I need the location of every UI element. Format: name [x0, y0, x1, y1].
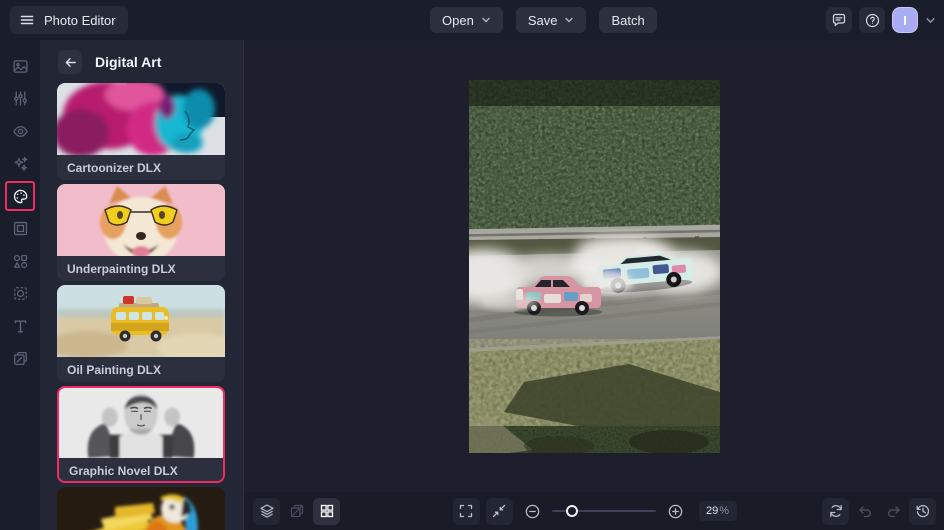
sidebar-item-artsy[interactable] — [5, 181, 35, 211]
bottom-toolbar: 29% — [245, 492, 944, 530]
tools-sidebar — [0, 40, 40, 530]
redo-button[interactable] — [880, 498, 907, 525]
history-icon — [915, 503, 931, 519]
account-menu-chevron[interactable] — [925, 15, 936, 26]
panel-header: Digital Art — [40, 40, 243, 83]
effect-thumbnail — [57, 285, 225, 357]
history-button[interactable] — [909, 497, 936, 525]
canvas-image[interactable] — [469, 79, 720, 453]
chevron-down-icon — [564, 15, 574, 25]
thumbnails-grid-button[interactable] — [313, 497, 340, 525]
undo-button[interactable] — [851, 498, 878, 525]
effect-thumbnail — [59, 388, 223, 458]
fullscreen-button[interactable] — [452, 497, 480, 525]
overlap-squares-icon — [12, 350, 29, 367]
shapes-icon — [12, 253, 29, 270]
effects-panel: Digital Art Cartoonizer DLX Underpaintin… — [40, 40, 244, 530]
redo-icon — [886, 503, 902, 519]
layers-button[interactable] — [253, 497, 280, 525]
question-circle-icon — [864, 12, 881, 29]
main-menu-button[interactable]: Photo Editor — [10, 6, 128, 34]
zoom-out-icon — [524, 503, 541, 520]
open-button[interactable]: Open — [430, 7, 503, 33]
adjust-sliders-icon — [12, 90, 29, 107]
fit-screen-icon — [491, 503, 507, 519]
sidebar-item-effects[interactable] — [5, 149, 35, 179]
reset-button[interactable] — [822, 497, 849, 525]
effect-card-label: Underpainting DLX — [57, 256, 225, 281]
effect-thumbnail — [57, 487, 225, 530]
hamburger-menu-icon — [19, 12, 35, 28]
zoom-in-button[interactable] — [662, 498, 689, 525]
zoom-level-field[interactable]: 29% — [698, 501, 737, 521]
effect-thumbnail — [57, 83, 225, 155]
top-bar: Photo Editor Open Save Batch I — [0, 0, 944, 40]
zoom-out-button[interactable] — [519, 498, 546, 525]
help-button[interactable] — [859, 7, 885, 33]
sidebar-item-touchup[interactable] — [5, 116, 35, 146]
comment-icon — [831, 12, 847, 28]
effect-card-underpainting-dlx[interactable]: Underpainting DLX — [57, 184, 225, 281]
user-avatar[interactable]: I — [892, 7, 918, 33]
effect-card-label: Oil Painting DLX — [57, 357, 225, 382]
reset-icon — [828, 503, 844, 519]
effect-card-label: Cartoonizer DLX — [57, 155, 225, 180]
image-icon — [12, 58, 29, 75]
effect-card-label: Graphic Novel DLX — [59, 458, 223, 481]
zoom-value: 29 — [705, 505, 719, 517]
save-button[interactable]: Save — [515, 7, 587, 33]
sparkles-icon — [12, 155, 29, 172]
undo-icon — [857, 503, 873, 519]
zoom-slider[interactable] — [551, 504, 656, 518]
effect-card-oil-painting-dlx[interactable]: Oil Painting DLX — [57, 285, 225, 382]
batch-button[interactable]: Batch — [599, 7, 657, 33]
effect-card-list: Cartoonizer DLX Underpainting DLX Oil Pa… — [40, 83, 243, 530]
sidebar-item-graphics[interactable] — [5, 246, 35, 276]
stamp-icon — [12, 285, 29, 302]
compare-icon — [289, 503, 305, 519]
effect-card-graphic-novel-dlx[interactable]: Graphic Novel DLX — [57, 386, 225, 483]
sidebar-item-textures[interactable] — [5, 344, 35, 374]
canvas-area — [245, 40, 944, 492]
chevron-down-icon — [481, 15, 491, 25]
feedback-button[interactable] — [826, 7, 852, 33]
zoom-slider-handle[interactable] — [566, 505, 579, 517]
sidebar-item-text[interactable] — [5, 311, 35, 341]
effect-card-cartoonizer-dlx[interactable]: Cartoonizer DLX — [57, 83, 225, 180]
fullscreen-icon — [458, 503, 474, 519]
sidebar-item-frames[interactable] — [5, 214, 35, 244]
sidebar-item-overlays[interactable] — [5, 279, 35, 309]
back-button[interactable] — [58, 50, 82, 74]
compare-button[interactable] — [283, 498, 310, 525]
fit-screen-button[interactable] — [485, 497, 513, 525]
panel-title: Digital Art — [95, 54, 162, 70]
effect-thumbnail — [57, 184, 225, 256]
grid-icon — [319, 503, 335, 519]
app-title: Photo Editor — [44, 12, 116, 28]
sidebar-item-edit[interactable] — [5, 51, 35, 81]
arrow-left-icon — [64, 56, 77, 69]
layers-icon — [259, 503, 275, 519]
palette-icon — [12, 188, 29, 205]
frame-icon — [12, 220, 29, 237]
effect-card-parrot[interactable] — [57, 487, 225, 530]
sidebar-item-adjust[interactable] — [5, 84, 35, 114]
zoom-unit: % — [719, 505, 730, 517]
zoom-in-icon — [667, 503, 684, 520]
eye-icon — [12, 123, 29, 140]
text-icon — [12, 318, 29, 335]
